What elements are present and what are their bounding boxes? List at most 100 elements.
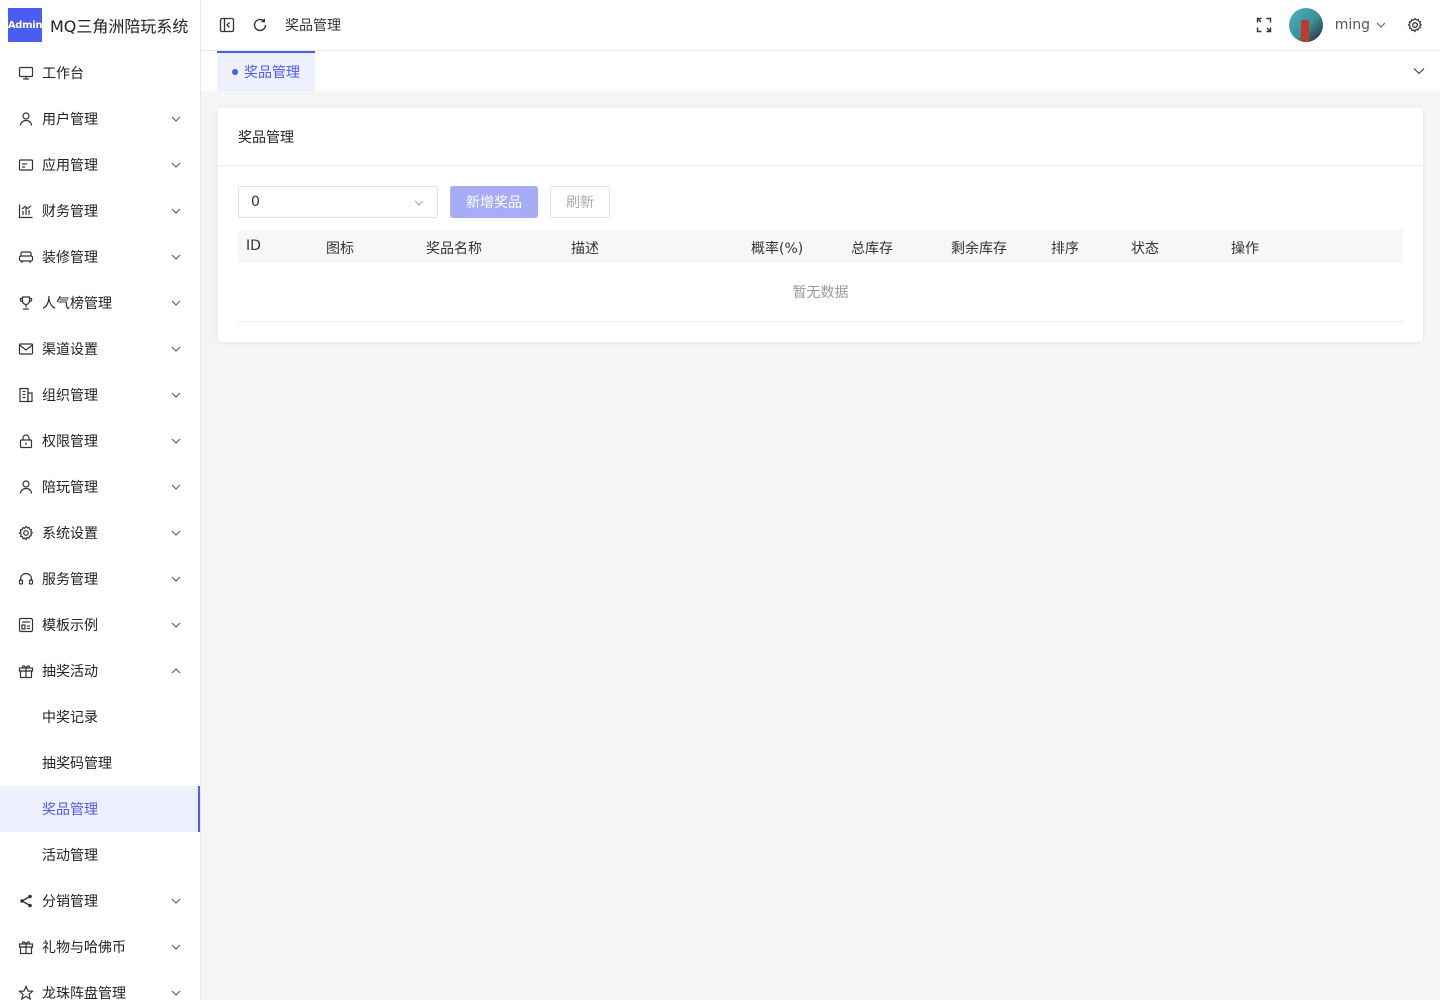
tab-label: 奖品管理 — [244, 65, 300, 81]
sidebar-item-label: 用户管理 — [42, 112, 98, 128]
sidebar-item-label: 渠道设置 — [42, 342, 98, 358]
app-root: Admin MQ三角洲陪玩系统 工作台用户管理应用管理财务管理装修管理人气榜管理… — [0, 0, 1440, 1000]
sidebar-subitem-3[interactable]: 活动管理 — [0, 832, 200, 878]
select-value: 0 — [251, 194, 260, 210]
sidebar-subitem-2[interactable]: 奖品管理 — [0, 786, 200, 832]
trophy-icon — [18, 295, 34, 311]
chevron-down-icon — [170, 389, 182, 401]
activity-select[interactable]: 0 — [238, 186, 438, 218]
logo[interactable]: Admin MQ三角洲陪玩系统 — [0, 0, 200, 50]
sidebar-item-label: 权限管理 — [42, 434, 98, 450]
sidebar-subitem-1[interactable]: 抽奖码管理 — [0, 740, 200, 786]
column-header: 总库存 — [851, 241, 893, 257]
sidebar: Admin MQ三角洲陪玩系统 工作台用户管理应用管理财务管理装修管理人气榜管理… — [0, 0, 201, 1000]
gift-icon — [18, 939, 34, 955]
tabs-more-chevron-icon[interactable] — [1412, 64, 1426, 78]
sidebar-item-label: 人气榜管理 — [42, 296, 112, 312]
column-header: 剩余库存 — [951, 241, 1007, 257]
sidebar-item-6[interactable]: 渠道设置 — [0, 326, 200, 372]
tabs-bar: 奖品管理 — [201, 51, 1440, 91]
sidebar-item-label: 礼物与哈佛币 — [42, 940, 126, 956]
sidebar-item-label: 龙珠阵盘管理 — [42, 986, 126, 1000]
header-right: ming — [1255, 0, 1424, 50]
column-header: 操作 — [1231, 241, 1259, 257]
column-header: ID — [246, 238, 261, 254]
user-icon — [18, 111, 34, 127]
chevron-down-icon — [170, 481, 182, 493]
sidebar-item-label: 服务管理 — [42, 572, 98, 588]
sidebar-item-label: 抽奖活动 — [42, 664, 98, 680]
sofa-icon — [18, 249, 34, 265]
chevron-down-icon — [170, 895, 182, 907]
column-header: 描述 — [571, 241, 599, 257]
sidebar-item-1[interactable]: 用户管理 — [0, 96, 200, 142]
gear-icon — [18, 525, 34, 541]
app-title: MQ三角洲陪玩系统 — [50, 17, 189, 36]
sidebar-item-label: 分销管理 — [42, 894, 98, 910]
sidebar-item-label: 系统设置 — [42, 526, 98, 542]
sidebar-item-13[interactable]: 抽奖活动 — [0, 648, 200, 694]
prize-table: ID 图标 奖品名称 描述 概率(%) 总库存 剩余库存 排序 状态 操作 暂无数据 — [238, 230, 1403, 322]
lock-icon — [18, 433, 34, 449]
tab-prize-management[interactable]: 奖品管理 — [217, 51, 315, 91]
table-header: ID 图标 奖品名称 描述 概率(%) 总库存 剩余库存 排序 状态 操作 — [238, 230, 1403, 262]
chevron-down-icon — [170, 113, 182, 125]
refresh-button[interactable]: 刷新 — [550, 186, 610, 218]
user-dropdown-chevron-icon[interactable] — [1374, 16, 1388, 34]
sidebar-item-12[interactable]: 模板示例 — [0, 602, 200, 648]
chevron-down-icon — [170, 205, 182, 217]
sidebar-item-3[interactable]: 财务管理 — [0, 188, 200, 234]
sidebar-item-label: 工作台 — [42, 66, 84, 82]
avatar[interactable] — [1288, 8, 1323, 42]
chevron-down-icon — [170, 435, 182, 447]
share-icon — [18, 893, 34, 909]
refresh-icon[interactable] — [251, 16, 269, 34]
sidebar-item-label: 组织管理 — [42, 388, 98, 404]
building-icon — [18, 387, 34, 403]
card-title: 奖品管理 — [218, 108, 1423, 166]
template-icon — [18, 617, 34, 633]
sidebar-item-14[interactable]: 分销管理 — [0, 878, 200, 924]
settings-gear-icon[interactable] — [1406, 16, 1424, 34]
chevron-down-icon — [413, 197, 425, 209]
chevron-down-icon — [170, 619, 182, 631]
gift-icon — [18, 663, 34, 679]
monitor-icon — [18, 65, 34, 81]
sidebar-item-15[interactable]: 礼物与哈佛币 — [0, 924, 200, 970]
column-header: 概率(%) — [751, 241, 804, 257]
user-icon — [18, 479, 34, 495]
sidebar-item-0[interactable]: 工作台 — [0, 50, 200, 96]
sidebar-item-label: 财务管理 — [42, 204, 98, 220]
chevron-down-icon — [170, 573, 182, 585]
sidebar-item-16[interactable]: 龙珠阵盘管理 — [0, 970, 200, 1000]
sidebar-item-8[interactable]: 权限管理 — [0, 418, 200, 464]
sidebar-item-label: 装修管理 — [42, 250, 98, 266]
star-icon — [18, 985, 34, 1000]
app-card-icon — [18, 157, 34, 173]
username[interactable]: ming — [1335, 17, 1370, 33]
top-header: 奖品管理 ming — [201, 0, 1440, 51]
column-header: 图标 — [326, 241, 354, 257]
add-prize-button[interactable]: 新增奖品 — [450, 186, 538, 218]
sidebar-item-5[interactable]: 人气榜管理 — [0, 280, 200, 326]
sidebar-item-10[interactable]: 系统设置 — [0, 510, 200, 556]
sidebar-menu: 工作台用户管理应用管理财务管理装修管理人气榜管理渠道设置组织管理权限管理陪玩管理… — [0, 50, 200, 1000]
collapse-sidebar-icon[interactable] — [218, 16, 236, 34]
sidebar-item-4[interactable]: 装修管理 — [0, 234, 200, 280]
active-tab-dot — [232, 69, 238, 75]
mail-icon — [18, 341, 34, 357]
chevron-up-icon — [170, 665, 182, 677]
sidebar-item-7[interactable]: 组织管理 — [0, 372, 200, 418]
fullscreen-icon[interactable] — [1255, 16, 1273, 34]
chevron-down-icon — [170, 159, 182, 171]
chevron-down-icon — [170, 527, 182, 539]
chevron-down-icon — [170, 343, 182, 355]
sidebar-subitem-0[interactable]: 中奖记录 — [0, 694, 200, 740]
sidebar-item-9[interactable]: 陪玩管理 — [0, 464, 200, 510]
headset-icon — [18, 571, 34, 587]
chevron-down-icon — [170, 297, 182, 309]
sidebar-item-label: 陪玩管理 — [42, 480, 98, 496]
bar-chart-icon — [18, 203, 34, 219]
sidebar-item-2[interactable]: 应用管理 — [0, 142, 200, 188]
sidebar-item-11[interactable]: 服务管理 — [0, 556, 200, 602]
